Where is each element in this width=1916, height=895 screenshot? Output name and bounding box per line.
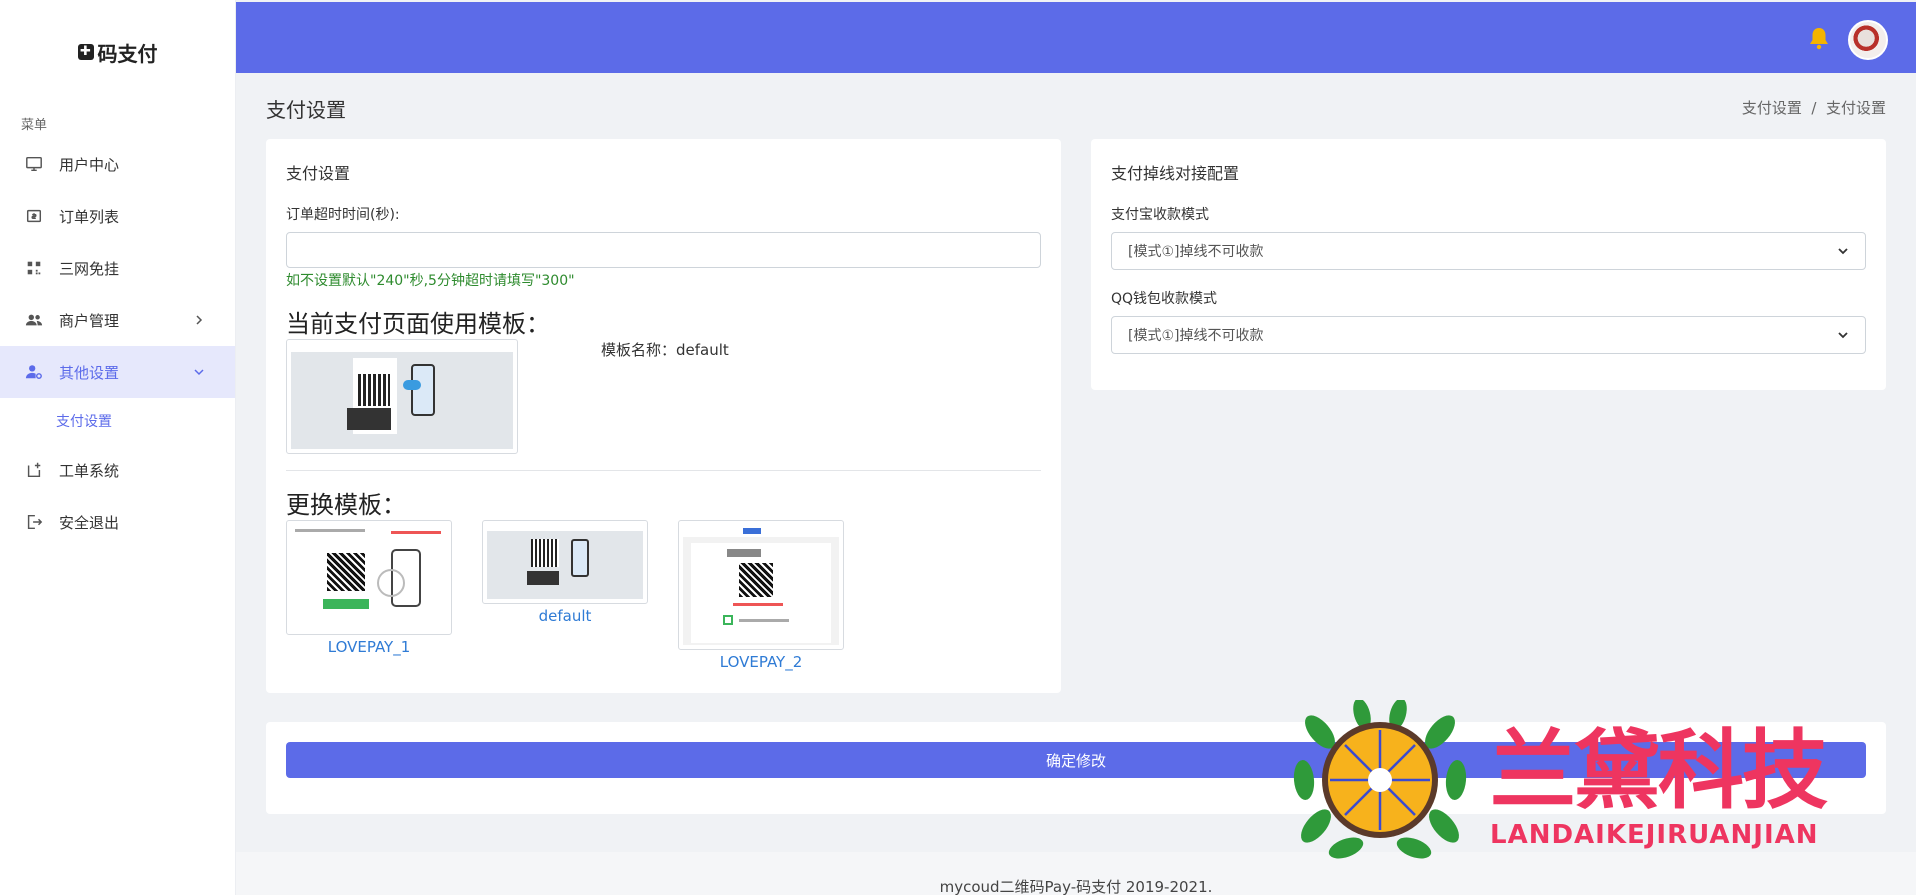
receipt-icon	[24, 206, 44, 226]
sidebar-item-label: 安全退出	[59, 513, 120, 532]
top-header	[236, 2, 1916, 73]
chevron-down-icon	[1838, 248, 1848, 255]
chevron-down-icon	[194, 369, 204, 376]
timeout-label: 订单超时时间(秒):	[286, 207, 400, 223]
sidebar-item-orders[interactable]: 订单列表	[0, 190, 235, 242]
sidebar: ✚ 码支付 菜单 用户中心 订单列表 三网免挂 商户管理 其他设置 支付设置 工…	[0, 0, 236, 895]
alipay-mode-select[interactable]: [模式①]掉线不可收款	[1111, 232, 1866, 270]
timeout-input[interactable]	[286, 232, 1041, 268]
template-link-default[interactable]: default	[482, 607, 648, 625]
current-template-heading: 当前支付页面使用模板：	[286, 310, 550, 338]
sidebar-item-three-network[interactable]: 三网免挂	[0, 242, 235, 294]
logout-icon	[24, 512, 44, 532]
pay-settings-card: 支付设置 订单超时时间(秒): 如不设置默认"240"秒,5分钟超时请填写"30…	[266, 139, 1061, 693]
sidebar-item-label: 工单系统	[59, 461, 120, 480]
user-settings-icon	[24, 362, 44, 382]
ticket-icon	[24, 460, 44, 480]
card-title: 支付设置	[286, 164, 351, 183]
brand-icon: ✚	[77, 44, 94, 60]
sidebar-item-label: 订单列表	[59, 207, 120, 226]
sidebar-item-label: 商户管理	[59, 311, 120, 330]
template-image	[291, 344, 513, 449]
template-name: 模板名称：default	[601, 341, 729, 359]
menu-caption: 菜单	[21, 118, 48, 133]
sidebar-subitem-pay-settings[interactable]: 支付设置	[0, 398, 235, 444]
card-title: 支付掉线对接配置	[1111, 164, 1240, 183]
template-image	[487, 525, 643, 599]
sidebar-item-merchants[interactable]: 商户管理	[0, 294, 235, 346]
avatar[interactable]	[1848, 20, 1888, 60]
sidebar-item-label: 其他设置	[59, 363, 120, 382]
sidebar-item-label: 三网免挂	[59, 259, 120, 278]
watermark-subtitle: LANDAIKEJIRUANJIAN	[1490, 820, 1819, 850]
qq-mode-select[interactable]: [模式①]掉线不可收款	[1111, 316, 1866, 354]
bell-icon[interactable]	[1808, 26, 1830, 50]
drop-config-card: 支付掉线对接配置 支付宝收款模式 [模式①]掉线不可收款 QQ钱包收款模式 [模…	[1091, 139, 1886, 390]
page-title: 支付设置	[266, 98, 346, 122]
sidebar-item-other-settings[interactable]: 其他设置	[0, 346, 235, 398]
sidebar-item-logout[interactable]: 安全退出	[0, 496, 235, 548]
template-option-lovepay-1[interactable]	[286, 520, 452, 635]
brand-logo[interactable]: ✚ 码支付	[0, 0, 235, 104]
watermark-title: 兰黛科技	[1490, 720, 1828, 821]
sidebar-item-user-center[interactable]: 用户中心	[0, 138, 235, 190]
template-link-lovepay-1[interactable]: LOVEPAY_1	[286, 638, 452, 656]
divider	[286, 470, 1041, 471]
watermark: 兰黛科技 LANDAIKEJIRUANJIAN	[1290, 700, 1890, 860]
qrcode-icon	[24, 258, 44, 278]
template-link-lovepay-2[interactable]: LOVEPAY_2	[678, 653, 844, 671]
template-image	[291, 525, 447, 630]
current-template-preview	[286, 339, 518, 454]
timeout-hint: 如不设置默认"240"秒,5分钟超时请填写"300"	[286, 273, 575, 289]
chevron-down-icon	[1838, 332, 1848, 339]
users-icon	[24, 310, 44, 330]
qq-mode-label: QQ钱包收款模式	[1111, 291, 1218, 307]
chevron-right-icon	[196, 315, 203, 325]
alipay-mode-label: 支付宝收款模式	[1111, 207, 1209, 223]
brand-name: 码支付	[97, 41, 158, 66]
sidebar-item-label: 用户中心	[59, 155, 120, 174]
alipay-mode-value: [模式①]掉线不可收款	[1128, 244, 1264, 260]
change-template-heading: 更换模板：	[286, 491, 406, 519]
qq-mode-value: [模式①]掉线不可收款	[1128, 328, 1264, 344]
sidebar-item-tickets[interactable]: 工单系统	[0, 444, 235, 496]
breadcrumb: 支付设置 / 支付设置	[1741, 99, 1886, 117]
template-option-default[interactable]	[482, 520, 648, 604]
template-option-lovepay-2[interactable]	[678, 520, 844, 650]
monitor-icon	[24, 154, 44, 174]
template-image	[683, 525, 839, 645]
watermark-logo-icon	[1293, 700, 1467, 859]
